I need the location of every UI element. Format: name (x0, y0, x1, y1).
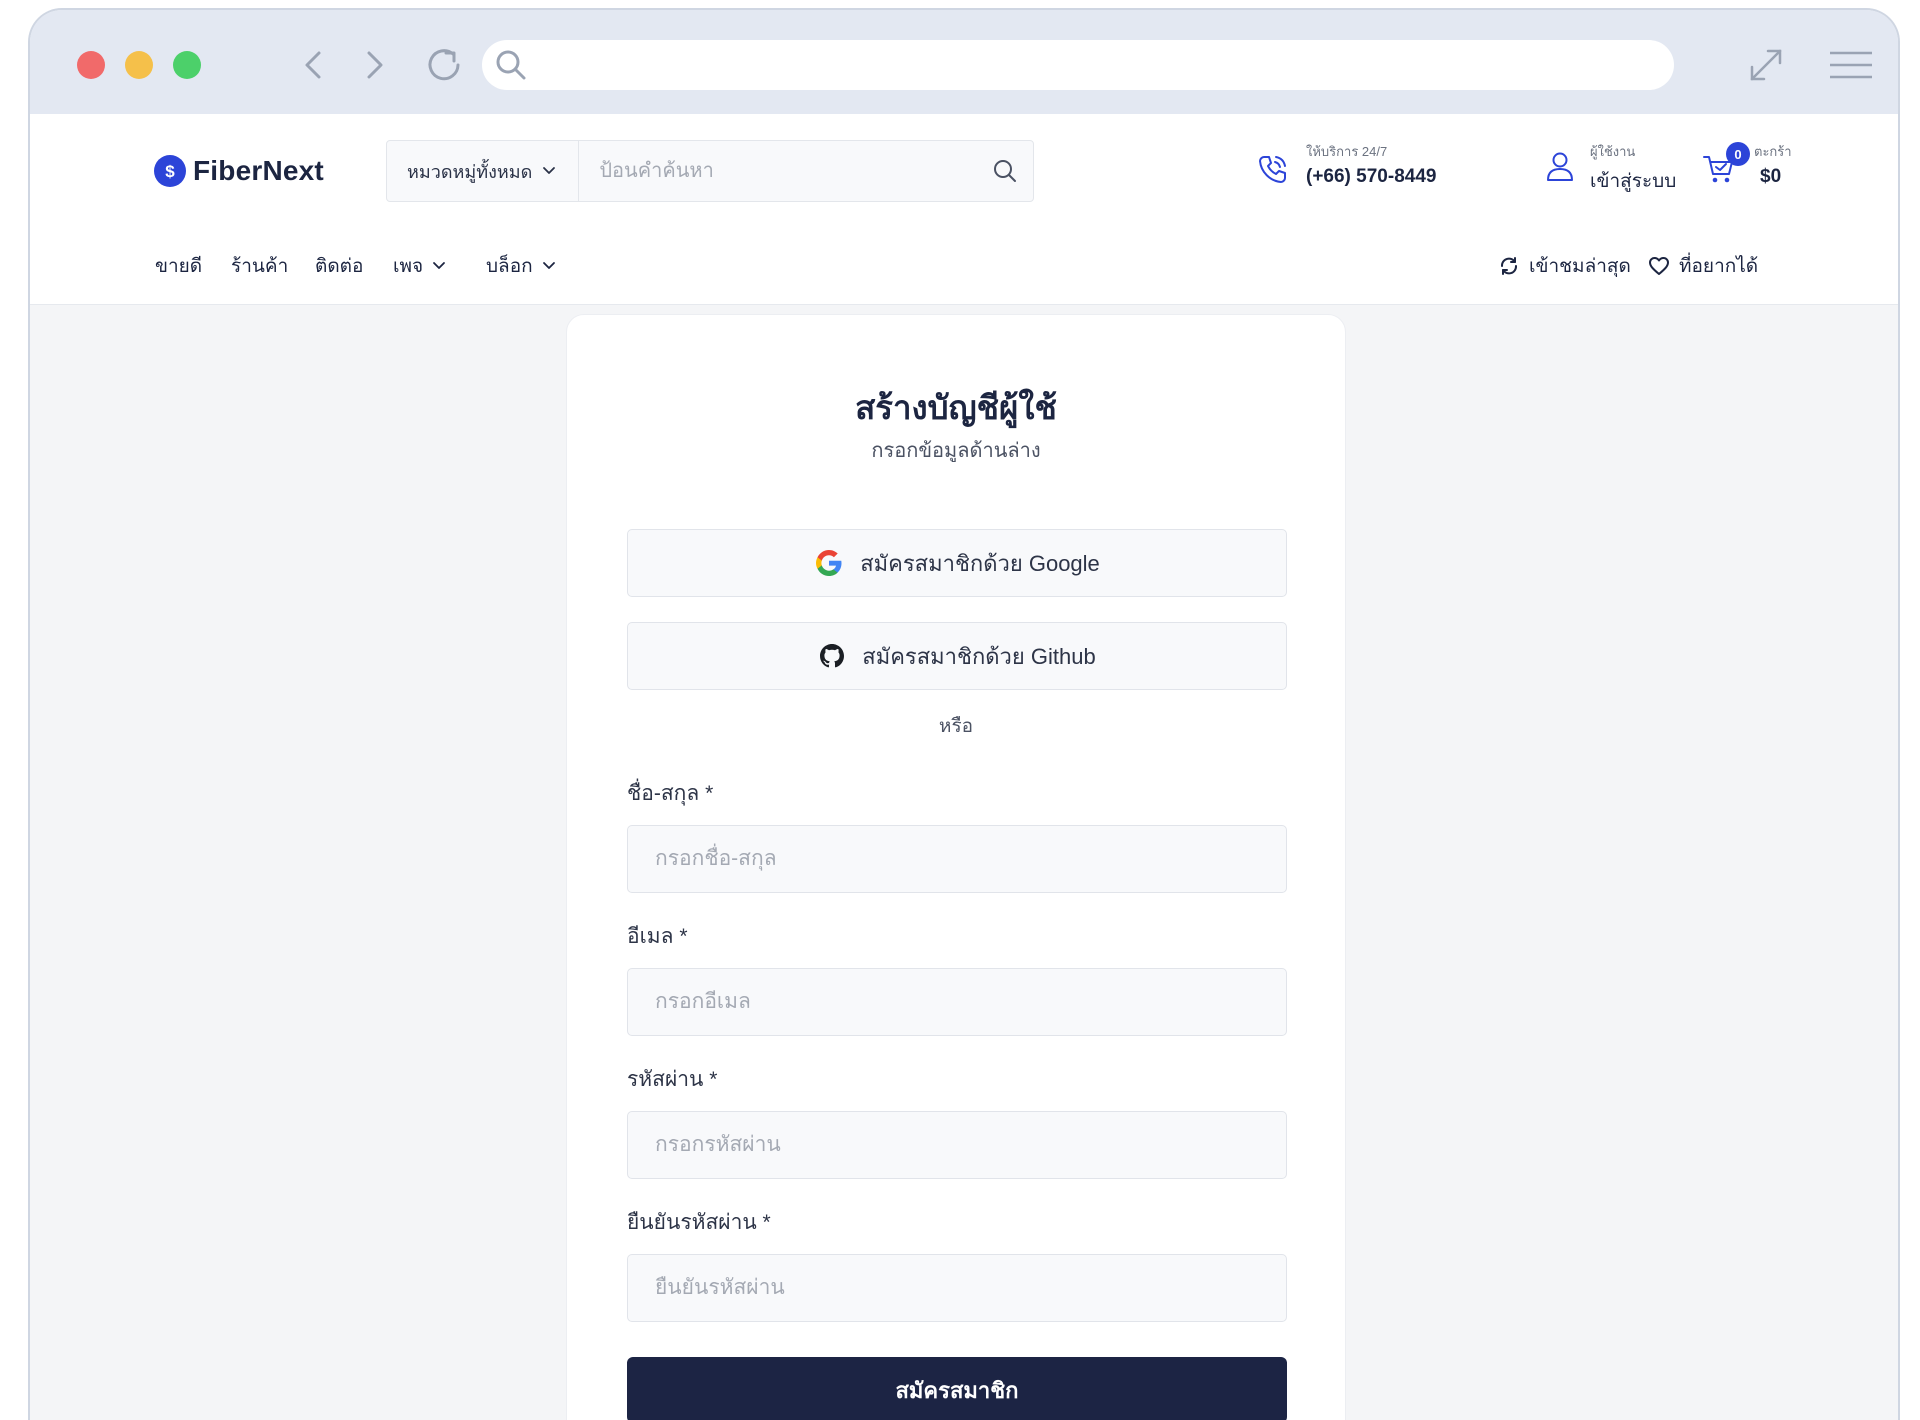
svg-text:$: $ (165, 162, 175, 181)
chevron-down-icon (433, 262, 446, 269)
fullname-label: ชื่อ-สกุล * (627, 782, 714, 805)
search-icon (496, 50, 526, 80)
email-input[interactable] (627, 968, 1287, 1036)
expand-icon[interactable] (1744, 43, 1788, 87)
page-subtitle: กรอกข้อมูลด้านล่าง (871, 440, 1041, 462)
cart-label: ตะกร้า (1754, 144, 1792, 159)
github-signup-button[interactable]: สมัครสมาชิกด้วย Github (627, 622, 1287, 690)
github-icon (820, 644, 845, 668)
github-signup-label: สมัครสมาชิกด้วย Github (862, 643, 1096, 669)
support-contact[interactable]: ให้บริการ 24/7 (+66) 570-8449 (1256, 144, 1436, 188)
chevron-down-icon (543, 167, 556, 174)
category-dropdown[interactable]: หมวดหมู่ทั้งหมด (387, 141, 580, 201)
product-search: หมวดหมู่ทั้งหมด (386, 140, 1034, 202)
confirm-password-input[interactable] (627, 1254, 1287, 1322)
nav-item-label: ร้านค้า (231, 256, 289, 277)
site-header: $ FiberNext หมวดหมู่ทั้งหมด ป้อนคำค้นหา … (30, 114, 1898, 229)
maximize-window-button[interactable] (173, 51, 201, 79)
brand-name: FiberNext (193, 155, 324, 186)
nav-item-label: บล็อก (486, 256, 533, 277)
browser-window: $ FiberNext หมวดหมู่ทั้งหมด ป้อนคำค้นหา … (28, 8, 1900, 1420)
support-phone: (+66) 570-8449 (1306, 166, 1437, 187)
address-bar[interactable] (482, 40, 1674, 90)
recently-viewed-link[interactable]: เข้าชมล่าสุด (1498, 228, 1631, 304)
nav-item-pages[interactable]: เพจ (393, 228, 446, 304)
brand-logo[interactable]: $ FiberNext (153, 150, 324, 192)
register-card: สร้างบัญชีผู้ใช้ กรอกข้อมูลด้านล่าง สมัค… (566, 314, 1346, 1420)
support-label: ให้บริการ 24/7 (1306, 144, 1388, 159)
search-button[interactable] (977, 141, 1033, 201)
page-title: สร้างบัญชีผู้ใช้ (855, 389, 1057, 426)
close-window-button[interactable] (77, 51, 105, 79)
login-link[interactable]: เข้าสู่ระบบ (1590, 166, 1676, 196)
category-label: หมวดหมู่ทั้งหมด (407, 161, 533, 182)
confirm-password-label: ยืนยันรหัสผ่าน * (627, 1211, 771, 1234)
recently-viewed-label: เข้าชมล่าสุด (1529, 256, 1631, 277)
google-signup-button[interactable]: สมัครสมาชิกด้วย Google (627, 529, 1287, 597)
nav-item-contact[interactable]: ติดต่อ (315, 228, 363, 304)
or-divider: หรือ (938, 716, 974, 737)
cart-link[interactable]: 0 ตะกร้า $0 (1702, 142, 1792, 188)
browser-toolbar (30, 10, 1898, 114)
account-link[interactable]: ผู้ใช้งาน เข้าสู่ระบบ (1544, 144, 1676, 196)
nav-item-bestseller[interactable]: ขายดี (155, 228, 202, 304)
nav-item-shop[interactable]: ร้านค้า (231, 228, 288, 304)
search-input[interactable] (579, 141, 977, 201)
cart-total: $0 (1760, 166, 1782, 187)
password-label: รหัสผ่าน * (627, 1068, 718, 1091)
menu-icon[interactable] (1828, 43, 1874, 87)
fullname-input[interactable] (627, 825, 1287, 893)
minimize-window-button[interactable] (125, 51, 153, 79)
search-icon (994, 160, 1016, 182)
nav-item-label: เพจ (393, 256, 424, 277)
back-icon[interactable] (292, 43, 336, 87)
logo-icon: $ (154, 155, 186, 187)
signup-submit-button[interactable]: สมัครสมาชิก (627, 1357, 1287, 1420)
wishlist-link[interactable]: ที่อยากได้ (1648, 228, 1758, 304)
wishlist-label: ที่อยากได้ (1679, 256, 1759, 277)
refresh-icon (1501, 257, 1517, 275)
google-icon (816, 550, 842, 576)
reload-icon[interactable] (422, 43, 466, 87)
cart-count-badge: 0 (1726, 142, 1750, 166)
heart-icon (1649, 257, 1669, 275)
user-label: ผู้ใช้งาน (1590, 144, 1636, 159)
email-label: อีเมล * (627, 925, 688, 948)
user-icon (1547, 152, 1573, 181)
chevron-down-icon (542, 262, 555, 269)
forward-icon[interactable] (352, 43, 396, 87)
phone-icon (1259, 156, 1286, 183)
main-nav: ขายดี ร้านค้า ติดต่อ เพจ บล็อก เข้าชมล่า… (30, 228, 1898, 305)
google-signup-label: สมัครสมาชิกด้วย Google (860, 550, 1100, 576)
nav-item-label: ขายดี (155, 256, 203, 277)
nav-item-label: ติดต่อ (315, 256, 364, 277)
nav-item-blog[interactable]: บล็อก (486, 228, 556, 304)
password-input[interactable] (627, 1111, 1287, 1179)
